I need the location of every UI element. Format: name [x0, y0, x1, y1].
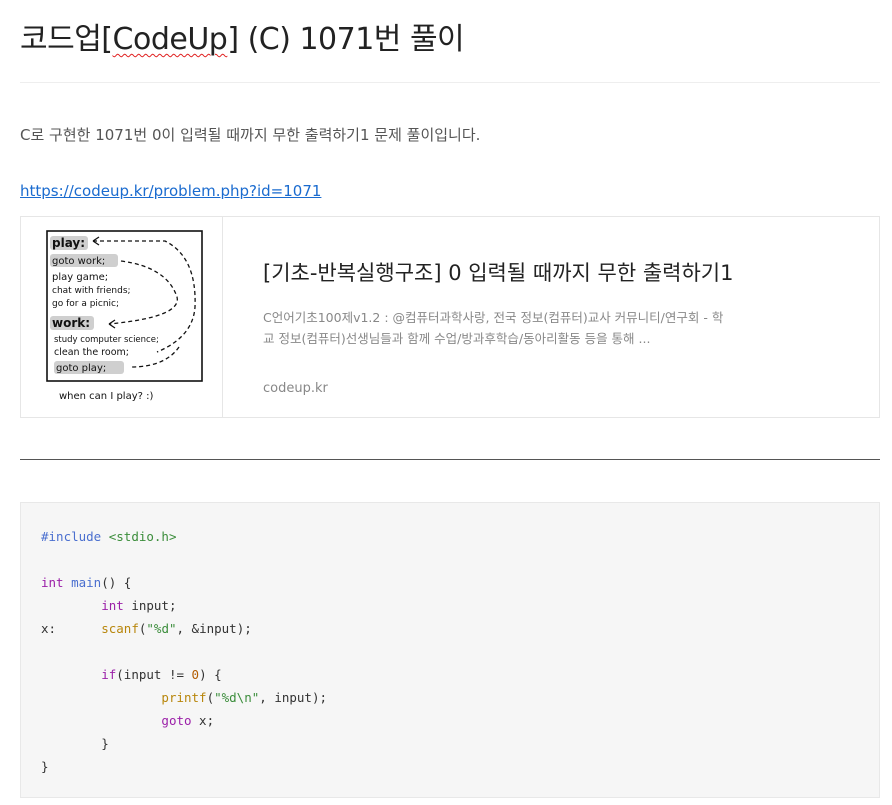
code-token: "%d": [146, 621, 177, 636]
thumb-goto-play: goto play;: [56, 363, 106, 374]
code-token: goto: [161, 713, 192, 728]
code-line: }: [41, 755, 859, 778]
title-prefix: 코드업[: [20, 22, 113, 57]
problem-link[interactable]: https://codeup.kr/problem.php?id=1071: [20, 182, 321, 200]
code-token: int: [101, 598, 124, 613]
code-line: int input;: [41, 594, 859, 617]
code-token: main: [71, 575, 102, 590]
preview-description: C언어기초100제v1.2 : @컴퓨터과학사랑, 전국 정보(컴퓨터)교사 커…: [263, 310, 724, 346]
preview-site: codeup.kr: [263, 381, 328, 396]
code-token: printf: [161, 690, 207, 705]
code-token: (: [206, 690, 215, 705]
code-token: scanf: [101, 621, 139, 636]
thumb-picnic: go for a picnic;: [52, 299, 119, 309]
code-token: 0: [191, 667, 200, 682]
code-token: () {: [101, 575, 132, 590]
code-token: #include: [41, 529, 102, 544]
code-content: #include <stdio.h> int main() { int input…: [41, 525, 859, 778]
code-token: if: [101, 667, 117, 682]
preview-title[interactable]: [기초-반복실행구조] 0 입력될 때까지 무한 출력하기1: [263, 257, 743, 287]
thumb-play-game: play game;: [52, 272, 108, 283]
code-token: , input);: [259, 690, 327, 705]
code-token: }: [41, 759, 49, 774]
thumb-goto-work: goto work;: [52, 256, 105, 267]
title-suffix: ] (C) 1071번 풀이: [227, 22, 465, 57]
title-brand: CodeUp: [112, 22, 228, 57]
code-line: x: scanf("%d", &input);: [41, 617, 859, 640]
title-divider: [20, 82, 880, 83]
intro-text: C로 구현한 1071번 0이 입력될 때까지 무한 출력하기1 문제 풀이입니…: [20, 126, 481, 144]
preview-thumbnail: play: goto work; play game; chat with fr…: [21, 217, 223, 417]
code-token: int: [41, 575, 64, 590]
thumb-study: study computer science;: [54, 335, 159, 345]
code-token: <stdio.h>: [108, 529, 177, 544]
code-token: ) {: [199, 667, 222, 682]
thumb-play: play:: [52, 236, 85, 250]
code-line: }: [41, 732, 859, 755]
code-token: "%d\n": [214, 690, 260, 705]
section-divider: [20, 459, 880, 460]
thumb-chat: chat with friends;: [52, 286, 131, 296]
code-line: #include <stdio.h>: [41, 525, 859, 548]
code-token: }: [41, 736, 109, 751]
code-line: int main() {: [41, 571, 859, 594]
code-line: goto x;: [41, 709, 859, 732]
page-title: 코드업[CodeUp] (C) 1071번 풀이: [20, 14, 465, 58]
code-token: input;: [123, 598, 177, 613]
goto-cartoon-image: play: goto work; play game; chat with fr…: [45, 230, 203, 402]
code-token: x;: [191, 713, 215, 728]
code-line: if(input != 0) {: [41, 663, 859, 686]
code-token: x:: [41, 621, 102, 636]
link-preview-card[interactable]: play: goto work; play game; chat with fr…: [20, 216, 880, 418]
thumb-clean: clean the room;: [54, 347, 129, 358]
code-token: (input !=: [116, 667, 192, 682]
preview-body: [기초-반복실행구조] 0 입력될 때까지 무한 출력하기1 C언어기초100제…: [223, 217, 879, 417]
code-block[interactable]: #include <stdio.h> int main() { int input…: [20, 502, 880, 798]
code-token: , &input);: [176, 621, 252, 636]
thumb-work: work:: [52, 316, 90, 330]
code-line: printf("%d\n", input);: [41, 686, 859, 709]
thumb-caption: when can I play? :): [59, 391, 153, 402]
